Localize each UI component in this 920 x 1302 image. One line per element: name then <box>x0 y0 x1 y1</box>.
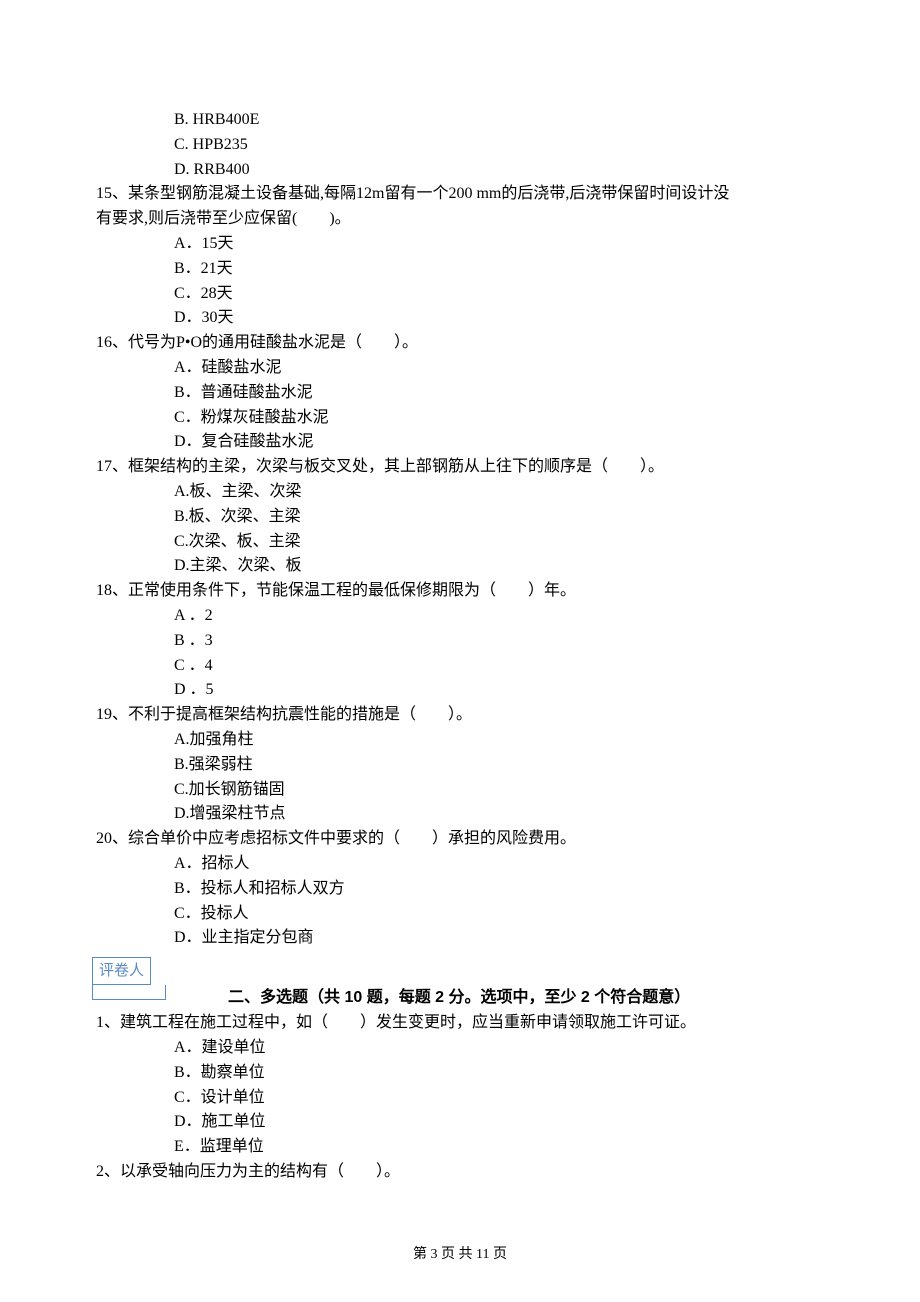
q18-option-c: C ．4 <box>92 654 828 679</box>
q19-option-b: B.强梁弱柱 <box>92 753 828 778</box>
mq2-stem: 2、以承受轴向压力为主的结构有（ ）。 <box>92 1160 828 1185</box>
q14-option-b: B. HRB400E <box>92 108 828 133</box>
q19-stem: 19、不利于提高框架结构抗震性能的措施是（ ）。 <box>92 703 828 728</box>
section2-title: 二、多选题（共 10 题，每题 2 分。选项中，至少 2 个符合题意） <box>92 986 828 1011</box>
q19-option-d: D.增强梁柱节点 <box>92 802 828 827</box>
q17-option-b: B.板、次梁、主梁 <box>92 505 828 530</box>
q20-option-a: A．招标人 <box>92 852 828 877</box>
mq1-option-c: C．设计单位 <box>92 1086 828 1111</box>
q17-option-c: C.次梁、板、主梁 <box>92 530 828 555</box>
q19-option-c: C.加长钢筋锚固 <box>92 778 828 803</box>
q15-option-d: D．30天 <box>92 306 828 331</box>
mq1-option-d: D．施工单位 <box>92 1110 828 1135</box>
q15-option-b: B．21天 <box>92 257 828 282</box>
q18-option-b: B ．3 <box>92 629 828 654</box>
q14-option-d: D. RRB400 <box>92 158 828 183</box>
mq1-option-a: A．建设单位 <box>92 1036 828 1061</box>
q20-option-c: C．投标人 <box>92 902 828 927</box>
q16-option-b: B．普通硅酸盐水泥 <box>92 381 828 406</box>
q18-option-a: A ．2 <box>92 604 828 629</box>
q20-option-b: B．投标人和招标人双方 <box>92 877 828 902</box>
q16-option-c: C．粉煤灰硅酸盐水泥 <box>92 406 828 431</box>
page-content: B. HRB400E C. HPB235 D. RRB400 15、某条型钢筋混… <box>0 0 920 1302</box>
grader-label: 评卷人 <box>92 957 151 985</box>
q18-option-d: D ．5 <box>92 678 828 703</box>
mq1-option-b: B．勘察单位 <box>92 1061 828 1086</box>
q15-option-a: A．15天 <box>92 232 828 257</box>
mq1-option-e: E．监理单位 <box>92 1135 828 1160</box>
q18-stem: 18、正常使用条件下，节能保温工程的最低保修期限为（ ）年。 <box>92 579 828 604</box>
q20-stem: 20、综合单价中应考虑招标文件中要求的（ ）承担的风险费用。 <box>92 827 828 852</box>
page-footer: 第 3 页 共 11 页 <box>0 1244 920 1266</box>
q16-stem: 16、代号为P•O的通用硅酸盐水泥是（ ）。 <box>92 331 828 356</box>
q17-stem: 17、框架结构的主梁，次梁与板交叉处，其上部钢筋从上往下的顺序是（ ）。 <box>92 455 828 480</box>
q16-option-a: A．硅酸盐水泥 <box>92 356 828 381</box>
q15-option-c: C．28天 <box>92 282 828 307</box>
q15-stem-line2: 有要求,则后浇带至少应保留( )。 <box>92 207 828 232</box>
q17-option-a: A.板、主梁、次梁 <box>92 480 828 505</box>
mq1-stem: 1、建筑工程在施工过程中，如（ ）发生变更时，应当重新申请领取施工许可证。 <box>92 1011 828 1036</box>
q19-option-a: A.加强角柱 <box>92 728 828 753</box>
q16-option-d: D．复合硅酸盐水泥 <box>92 430 828 455</box>
q15-stem-line1: 15、某条型钢筋混凝土设备基础,每隔12m留有一个200 mm的后浇带,后浇带保… <box>92 182 828 207</box>
q20-option-d: D．业主指定分包商 <box>92 926 828 951</box>
q14-option-c: C. HPB235 <box>92 133 828 158</box>
q17-option-d: D.主梁、次梁、板 <box>92 554 828 579</box>
